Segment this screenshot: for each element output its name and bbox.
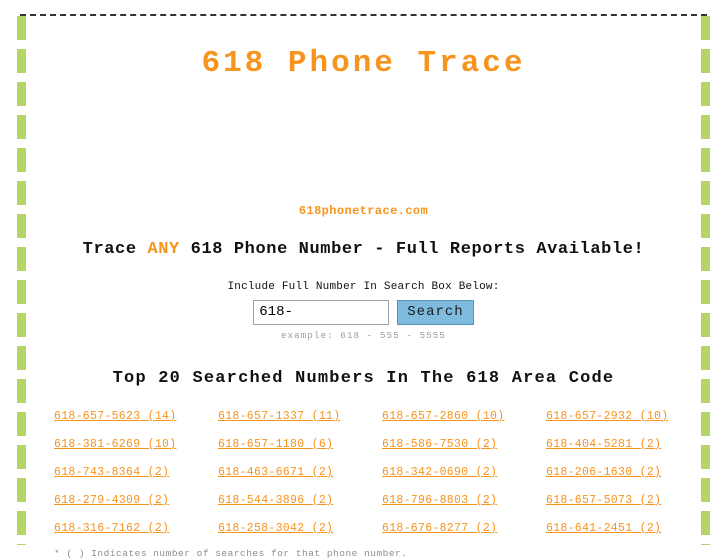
table-cell: 618-641-2451 (2) [546,518,693,546]
tagline-before: Trace [82,239,148,259]
tagline-highlight: ANY [147,239,180,259]
phone-number-link[interactable]: 618-586-7530 (2) [382,438,497,451]
search-count-footnote: * ( ) Indicates number of searches for t… [54,547,408,559]
table-cell: 618-316-7162 (2) [54,518,218,546]
table-cell: 618-657-1180 (6) [218,434,382,462]
phone-number-link[interactable]: 618-279-4309 (2) [54,494,169,507]
phone-number-link[interactable]: 618-206-1630 (2) [546,466,661,479]
table-cell: 618-657-1337 (11) [218,406,382,434]
top-searched-body: 618-657-5623 (14) 618-657-1337 (11) 618-… [54,406,693,546]
phone-number-link[interactable]: 618-258-3042 (2) [218,522,333,535]
table-cell: 618-657-2932 (10) [546,406,693,434]
phone-number-link[interactable]: 618-657-1337 (11) [218,410,340,423]
top-searched-heading: Top 20 Searched Numbers In The 618 Area … [112,368,615,388]
table-cell: 618-404-5281 (2) [546,434,693,462]
phone-number-link[interactable]: 618-657-1180 (6) [218,438,333,451]
top-searched-grid: 618-657-5623 (14) 618-657-1337 (11) 618-… [34,388,693,546]
table-cell: 618-743-8364 (2) [54,462,218,490]
phone-number-link[interactable]: 618-544-3896 (2) [218,494,333,507]
phone-number-link[interactable]: 618-641-2451 (2) [546,522,661,535]
phone-number-link[interactable]: 618-342-0690 (2) [382,466,497,479]
phone-number-link[interactable]: 618-381-6269 (10) [54,438,176,451]
phone-number-link[interactable]: 618-657-2860 (10) [382,410,504,423]
page-title: 618 Phone Trace [201,46,526,81]
left-green-rail [17,16,26,545]
phone-number-link[interactable]: 618-463-6671 (2) [218,466,333,479]
table-cell: 618-544-3896 (2) [218,490,382,518]
search-button[interactable]: Search [397,299,474,325]
table-row: 618-381-6269 (10) 618-657-1180 (6) 618-5… [54,434,693,462]
table-cell: 618-279-4309 (2) [54,490,218,518]
table-cell: 618-586-7530 (2) [382,434,546,462]
phone-number-link[interactable]: 618-676-8277 (2) [382,522,497,535]
page-content: 618 Phone Trace 618phonetrace.com Trace … [34,16,693,559]
table-cell: 618-258-3042 (2) [218,518,382,546]
phone-number-link[interactable]: 618-404-5281 (2) [546,438,661,451]
table-cell: 618-657-5073 (2) [546,490,693,518]
table-cell: 618-206-1630 (2) [546,462,693,490]
table-cell: 618-381-6269 (10) [54,434,218,462]
table-cell: 618-657-2860 (10) [382,406,546,434]
right-green-rail [701,16,710,545]
page-frame: 618 Phone Trace 618phonetrace.com Trace … [0,0,727,559]
table-cell: 618-657-5623 (14) [54,406,218,434]
search-instructions: Include Full Number In Search Box Below: [227,280,500,293]
top-searched-table: 618-657-5623 (14) 618-657-1337 (11) 618-… [54,406,693,546]
ad-placeholder [34,81,693,200]
site-domain: 618phonetrace.com [298,203,429,218]
phone-number-link[interactable]: 618-796-8803 (2) [382,494,497,507]
phone-number-link[interactable]: 618-657-5623 (14) [54,410,176,423]
table-row: 618-657-5623 (14) 618-657-1337 (11) 618-… [54,406,693,434]
tagline-after: 618 Phone Number - Full Reports Availabl… [179,239,645,259]
table-cell: 618-796-8803 (2) [382,490,546,518]
phone-number-link[interactable]: 618-657-5073 (2) [546,494,661,507]
table-row: 618-743-8364 (2) 618-463-6671 (2) 618-34… [54,462,693,490]
search-example-hint: example: 618 - 555 - 5555 [280,330,447,341]
tagline: Trace ANY 618 Phone Number - Full Report… [34,218,693,259]
phone-number-link[interactable]: 618-316-7162 (2) [54,522,169,535]
table-cell: 618-676-8277 (2) [382,518,546,546]
table-row: 618-316-7162 (2) 618-258-3042 (2) 618-67… [54,518,693,546]
phone-number-link[interactable]: 618-657-2932 (10) [546,410,668,423]
table-cell: 618-342-0690 (2) [382,462,546,490]
table-row: 618-279-4309 (2) 618-544-3896 (2) 618-79… [54,490,693,518]
phone-number-link[interactable]: 618-743-8364 (2) [54,466,169,479]
search-form: Search [34,293,693,325]
search-input[interactable] [253,299,390,325]
table-cell: 618-463-6671 (2) [218,462,382,490]
